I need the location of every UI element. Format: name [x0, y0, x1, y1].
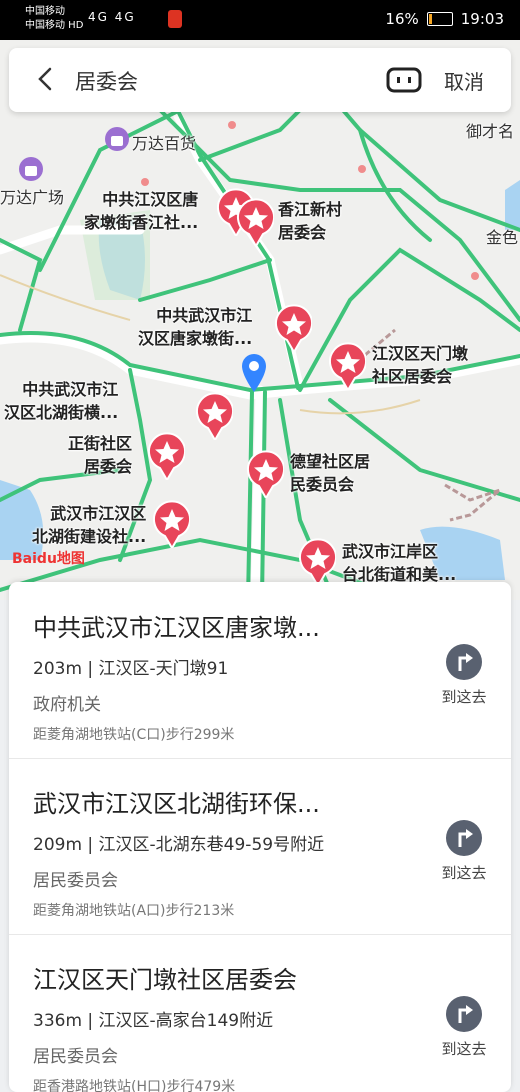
result-category: 居民委员会	[33, 871, 118, 891]
poi-label[interactable]: 中共武汉市江 汉区北湖街横...	[4, 378, 118, 424]
map-view[interactable]: 万达百货 万达广场 御才名 金色 中共江汉区唐 家墩街香江社... 香江新村 居…	[0, 40, 520, 600]
directions-label: 到这去	[441, 1040, 487, 1058]
poi-label[interactable]: 江汉区天门墩 社区居委会	[372, 342, 468, 388]
shopping-bag-icon[interactable]	[18, 156, 44, 188]
result-transit: 距菱角湖地铁站(C口)步行299米	[33, 727, 235, 743]
battery-percent: 16%	[385, 10, 419, 28]
directions-button[interactable]: 到这去	[436, 820, 492, 883]
baidu-logo: Baidu地图	[12, 548, 85, 568]
poi-label[interactable]: 武汉市江汉区 北湖街建设社...	[32, 502, 146, 548]
route-icon[interactable]	[446, 820, 482, 856]
poi-label[interactable]: 中共武汉市江 汉区唐家墩街...	[138, 304, 252, 350]
mic-icon	[168, 10, 182, 28]
clock: 19:03	[460, 10, 504, 28]
carrier-1: 中国移动	[25, 6, 65, 17]
result-item[interactable]: 中共武汉市江汉区唐家墩... 203m | 江汉区-天门墩91 政府机关 距菱角…	[9, 582, 511, 759]
poi-marker-icon[interactable]	[298, 538, 336, 586]
back-arrow-icon[interactable]	[33, 66, 59, 92]
poi-marker-icon[interactable]	[236, 198, 274, 246]
result-title[interactable]: 江汉区天门墩社区居委会	[33, 960, 297, 995]
route-icon[interactable]	[446, 996, 482, 1032]
battery-icon	[426, 12, 453, 26]
result-title[interactable]: 中共武汉市江汉区唐家墩...	[33, 608, 320, 643]
route-icon[interactable]	[446, 644, 482, 680]
carrier-2: 中国移动 HD	[25, 20, 84, 31]
result-item[interactable]: 江汉区天门墩社区居委会 336m | 江汉区-高家台149附近 居民委员会 距香…	[9, 934, 511, 1092]
directions-label: 到这去	[441, 864, 487, 882]
result-meta: 209m | 江汉区-北湖东巷49-59号附近	[33, 835, 325, 855]
result-transit: 距香港路地铁站(H口)步行479米	[33, 1079, 236, 1092]
result-category: 政府机关	[33, 695, 101, 715]
search-input[interactable]: 居委会	[75, 66, 138, 96]
place-label[interactable]: 御才名	[466, 120, 514, 143]
status-right: 16% 19:03	[385, 10, 504, 28]
results-panel[interactable]: 中共武汉市江汉区唐家墩... 203m | 江汉区-天门墩91 政府机关 距菱角…	[9, 582, 511, 1092]
poi-marker-icon[interactable]	[147, 432, 185, 480]
baidu-logo-text: Baidu地图	[12, 551, 85, 567]
result-meta: 336m | 江汉区-高家台149附近	[33, 1011, 274, 1031]
poi-label[interactable]: 德望社区居 民委员会	[290, 450, 370, 496]
cancel-button[interactable]: 取消	[444, 66, 484, 95]
poi-label[interactable]: 正街社区 居委会	[68, 432, 132, 478]
place-label[interactable]: 万达广场	[0, 186, 64, 209]
signal-icons: 4G 4G	[88, 10, 136, 24]
directions-button[interactable]: 到这去	[436, 996, 492, 1059]
poi-marker-icon[interactable]	[274, 304, 312, 352]
search-bar: 居委会 取消	[9, 48, 511, 112]
poi-marker-icon[interactable]	[328, 342, 366, 390]
place-label[interactable]: 金色	[486, 226, 518, 249]
scan-icon[interactable]	[386, 66, 422, 94]
directions-label: 到这去	[441, 688, 487, 706]
poi-label[interactable]: 香江新村 居委会	[278, 198, 342, 244]
result-item[interactable]: 武汉市江汉区北湖街环保... 209m | 江汉区-北湖东巷49-59号附近 居…	[9, 758, 511, 935]
place-label[interactable]: 万达百货	[132, 132, 196, 155]
result-meta: 203m | 江汉区-天门墩91	[33, 659, 229, 679]
location-pin-icon	[242, 354, 266, 392]
poi-marker-icon[interactable]	[246, 450, 284, 498]
poi-label[interactable]: 中共江汉区唐 家墩街香江社...	[84, 188, 198, 234]
result-transit: 距菱角湖地铁站(A口)步行213米	[33, 903, 235, 919]
result-title[interactable]: 武汉市江汉区北湖街环保...	[33, 784, 320, 819]
directions-button[interactable]: 到这去	[436, 644, 492, 707]
status-bar: 中国移动 中国移动 HD 4G 4G 16% 19:03	[0, 0, 520, 40]
poi-marker-icon[interactable]	[152, 500, 190, 548]
poi-marker-icon[interactable]	[195, 392, 233, 440]
result-category: 居民委员会	[33, 1047, 118, 1067]
battery-level	[428, 14, 432, 24]
poi-label[interactable]: 武汉市江岸区 台北街道和美...	[342, 540, 456, 586]
carrier-info: 中国移动 中国移动 HD	[25, 5, 83, 33]
shopping-bag-icon[interactable]	[104, 126, 130, 158]
